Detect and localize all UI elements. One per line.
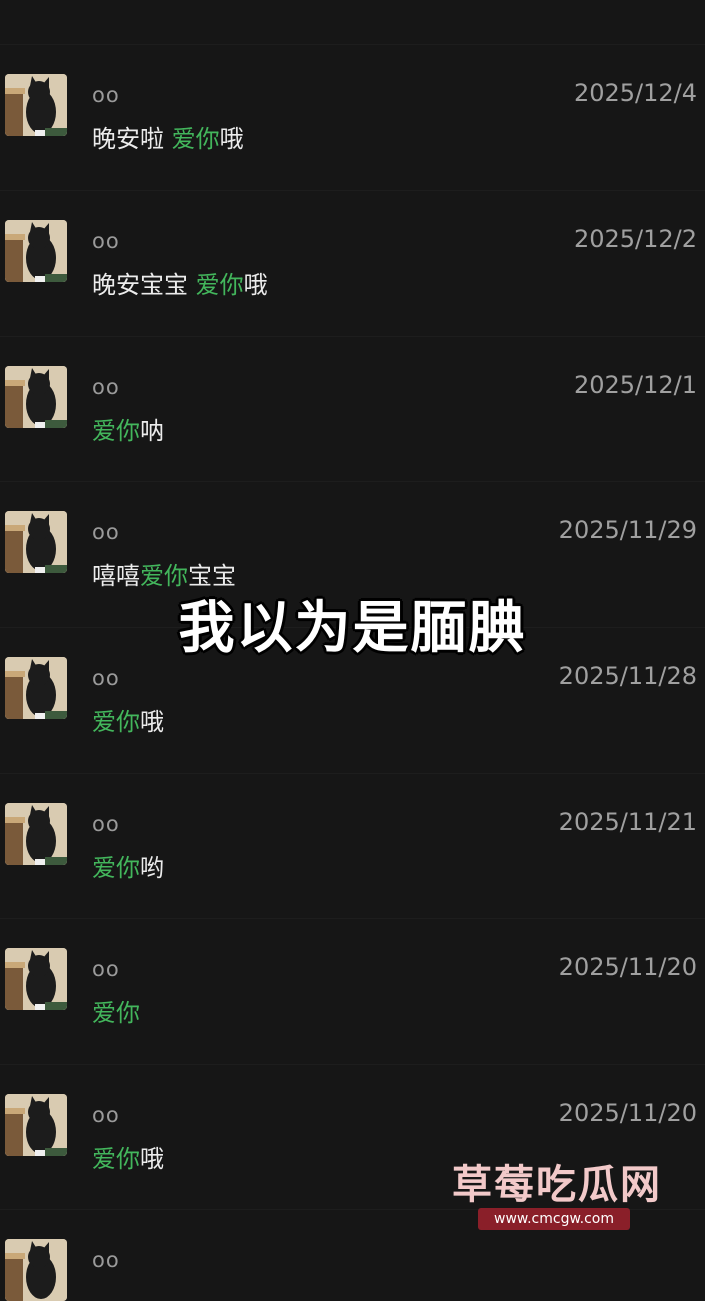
love-highlight: 爱你 <box>92 854 140 882</box>
contact-name: oo <box>92 957 120 981</box>
avatar[interactable] <box>5 74 67 136</box>
love-highlight: 爱你 <box>195 271 244 299</box>
love-highlight: 爱你 <box>92 999 140 1027</box>
message-date: 2025/12/4 <box>573 79 697 107</box>
message-text: 呐 <box>140 417 164 445</box>
message-text: 哦 <box>140 1145 164 1173</box>
message-text: 哟 <box>140 854 164 882</box>
message-date: 2025/12/2 <box>573 225 697 253</box>
message-preview: 爱你 <box>92 993 140 1028</box>
contact-name: oo <box>92 812 120 836</box>
watermark-url: www.cmcgw.com <box>478 1208 630 1230</box>
message-preview: 晚安宝宝 爱你哦 <box>92 265 268 300</box>
cat-avatar-icon <box>5 220 67 282</box>
avatar[interactable] <box>5 220 67 282</box>
contact-name: oo <box>92 229 120 253</box>
message-preview: 晚安啦 爱你哦 <box>92 119 244 154</box>
love-highlight: 爱你 <box>92 1145 140 1173</box>
avatar[interactable] <box>5 1239 67 1301</box>
message-preview: 爱你哟 <box>92 848 164 883</box>
message-date: 2025/11/20 <box>558 953 697 981</box>
cat-avatar-icon <box>5 1094 67 1156</box>
list-item[interactable]: oo 2025/12/1 爱你呐 <box>0 336 705 481</box>
love-highlight: 爱你 <box>92 708 140 736</box>
message-preview: 爱你哦 <box>92 1139 164 1174</box>
love-highlight: 爱你 <box>92 417 140 445</box>
avatar[interactable] <box>5 803 67 865</box>
contact-name: oo <box>92 83 120 107</box>
message-text: 哦 <box>219 125 244 153</box>
message-date: 2025/11/29 <box>558 516 697 544</box>
cat-avatar-icon <box>5 803 67 865</box>
contact-name: oo <box>92 1248 120 1272</box>
cat-avatar-icon <box>5 948 67 1010</box>
cat-avatar-icon <box>5 74 67 136</box>
message-text: 哦 <box>140 708 164 736</box>
contact-name: oo <box>92 666 120 690</box>
watermark-title: 草莓吃瓜网 <box>452 1162 662 1208</box>
list-item[interactable]: oo 2025/12/2 晚安宝宝 爱你哦 <box>0 190 705 335</box>
list-item[interactable]: oo 2025/11/20 爱你 <box>0 918 705 1063</box>
avatar[interactable] <box>5 1094 67 1156</box>
message-text: 晚安宝宝 <box>92 271 196 299</box>
contact-name: oo <box>92 520 120 544</box>
cat-avatar-icon <box>5 657 67 719</box>
cat-avatar-icon <box>5 511 67 573</box>
contact-name: oo <box>92 375 120 399</box>
message-date: 2025/11/20 <box>558 1099 697 1127</box>
message-text: 晚安啦 <box>92 125 172 153</box>
message-date: 2025/11/21 <box>558 808 697 836</box>
avatar[interactable] <box>5 511 67 573</box>
message-date: 2025/12/1 <box>573 371 697 399</box>
message-preview: 爱你哦 <box>92 702 164 737</box>
message-preview: 爱你呐 <box>92 411 164 446</box>
list-item[interactable]: oo 2025/12/4 晚安啦 爱你哦 <box>0 44 705 189</box>
avatar[interactable] <box>5 948 67 1010</box>
video-caption-overlay: 我以为是腼腆 <box>178 596 527 661</box>
cat-avatar-icon <box>5 1239 67 1301</box>
cat-avatar-icon <box>5 366 67 428</box>
contact-name: oo <box>92 1103 120 1127</box>
list-item[interactable]: oo 2025/11/21 爱你哟 <box>0 773 705 918</box>
love-highlight: 爱你 <box>171 125 220 153</box>
message-date: 2025/11/28 <box>558 662 697 690</box>
avatar[interactable] <box>5 366 67 428</box>
avatar[interactable] <box>5 657 67 719</box>
message-text: 哦 <box>243 271 268 299</box>
